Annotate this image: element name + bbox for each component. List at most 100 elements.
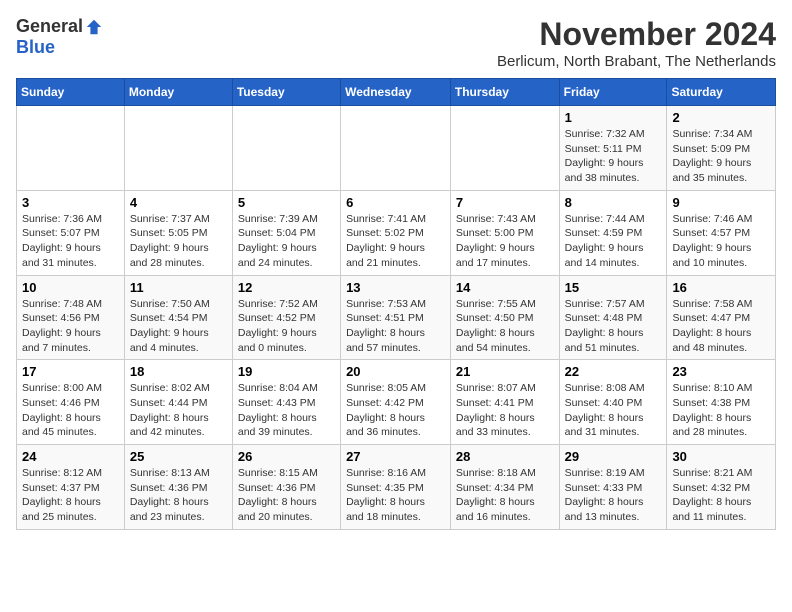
day-info: Sunrise: 8:16 AM Sunset: 4:35 PM Dayligh… bbox=[346, 466, 445, 525]
day-number: 12 bbox=[238, 280, 335, 295]
calendar-cell: 7 Sunrise: 7:43 AM Sunset: 5:00 PM Daylig… bbox=[450, 190, 559, 275]
day-info: Sunrise: 8:00 AM Sunset: 4:46 PM Dayligh… bbox=[22, 381, 119, 440]
day-number: 1 bbox=[565, 110, 662, 125]
calendar-cell: 5 Sunrise: 7:39 AM Sunset: 5:04 PM Daylig… bbox=[232, 190, 340, 275]
day-number: 20 bbox=[346, 364, 445, 379]
day-info: Sunrise: 7:36 AM Sunset: 5:07 PM Dayligh… bbox=[22, 212, 119, 271]
day-number: 11 bbox=[130, 280, 227, 295]
day-info: Sunrise: 8:10 AM Sunset: 4:38 PM Dayligh… bbox=[672, 381, 770, 440]
calendar-body: 1 Sunrise: 7:32 AM Sunset: 5:11 PM Daylig… bbox=[17, 106, 776, 530]
day-of-week-header: Wednesday bbox=[341, 79, 451, 106]
calendar-cell: 24 Sunrise: 8:12 AM Sunset: 4:37 PM Dayli… bbox=[17, 445, 125, 530]
day-info: Sunrise: 7:34 AM Sunset: 5:09 PM Dayligh… bbox=[672, 127, 770, 186]
day-info: Sunrise: 8:12 AM Sunset: 4:37 PM Dayligh… bbox=[22, 466, 119, 525]
day-number: 30 bbox=[672, 449, 770, 464]
calendar-cell: 8Sunrise: 7:44 AM Sunset: 4:59 PM Daylig… bbox=[559, 190, 667, 275]
calendar-cell: 10 Sunrise: 7:48 AM Sunset: 4:56 PM Dayli… bbox=[17, 275, 125, 360]
day-info: Sunrise: 7:32 AM Sunset: 5:11 PM Dayligh… bbox=[565, 127, 662, 186]
calendar-cell: 30 Sunrise: 8:21 AM Sunset: 4:32 PM Dayli… bbox=[667, 445, 776, 530]
calendar-cell bbox=[232, 106, 340, 191]
day-number: 15 bbox=[565, 280, 662, 295]
day-info: Sunrise: 8:02 AM Sunset: 4:44 PM Dayligh… bbox=[130, 381, 227, 440]
calendar-week-row: 3 Sunrise: 7:36 AM Sunset: 5:07 PM Daylig… bbox=[17, 190, 776, 275]
day-number: 17 bbox=[22, 364, 119, 379]
day-number: 10 bbox=[22, 280, 119, 295]
day-of-week-header: Monday bbox=[124, 79, 232, 106]
calendar-cell bbox=[124, 106, 232, 191]
day-number: 6 bbox=[346, 195, 445, 210]
calendar-cell: 27 Sunrise: 8:16 AM Sunset: 4:35 PM Dayli… bbox=[341, 445, 451, 530]
calendar-header-row: SundayMondayTuesdayWednesdayThursdayFrid… bbox=[17, 79, 776, 106]
calendar-cell: 18Sunrise: 8:02 AM Sunset: 4:44 PM Dayli… bbox=[124, 360, 232, 445]
calendar-cell bbox=[341, 106, 451, 191]
calendar-cell: 16Sunrise: 7:58 AM Sunset: 4:47 PM Dayli… bbox=[667, 275, 776, 360]
location-text: Berlicum, North Brabant, The Netherlands bbox=[497, 53, 776, 70]
calendar-cell: 11 Sunrise: 7:50 AM Sunset: 4:54 PM Dayli… bbox=[124, 275, 232, 360]
day-number: 3 bbox=[22, 195, 119, 210]
calendar-table: SundayMondayTuesdayWednesdayThursdayFrid… bbox=[16, 78, 776, 530]
calendar-cell: 22 Sunrise: 8:08 AM Sunset: 4:40 PM Dayli… bbox=[559, 360, 667, 445]
calendar-cell: 2 Sunrise: 7:34 AM Sunset: 5:09 PM Daylig… bbox=[667, 106, 776, 191]
day-of-week-header: Thursday bbox=[450, 79, 559, 106]
day-info: Sunrise: 7:43 AM Sunset: 5:00 PM Dayligh… bbox=[456, 212, 554, 271]
calendar-cell: 1 Sunrise: 7:32 AM Sunset: 5:11 PM Daylig… bbox=[559, 106, 667, 191]
day-info: Sunrise: 8:19 AM Sunset: 4:33 PM Dayligh… bbox=[565, 466, 662, 525]
day-info: Sunrise: 8:21 AM Sunset: 4:32 PM Dayligh… bbox=[672, 466, 770, 525]
day-number: 21 bbox=[456, 364, 554, 379]
day-info: Sunrise: 7:50 AM Sunset: 4:54 PM Dayligh… bbox=[130, 297, 227, 356]
day-info: Sunrise: 7:55 AM Sunset: 4:50 PM Dayligh… bbox=[456, 297, 554, 356]
calendar-cell: 14Sunrise: 7:55 AM Sunset: 4:50 PM Dayli… bbox=[450, 275, 559, 360]
calendar-cell: 3 Sunrise: 7:36 AM Sunset: 5:07 PM Daylig… bbox=[17, 190, 125, 275]
day-info: Sunrise: 7:48 AM Sunset: 4:56 PM Dayligh… bbox=[22, 297, 119, 356]
calendar-cell: 13 Sunrise: 7:53 AM Sunset: 4:51 PM Dayli… bbox=[341, 275, 451, 360]
calendar-cell: 17 Sunrise: 8:00 AM Sunset: 4:46 PM Dayli… bbox=[17, 360, 125, 445]
logo-blue-text: Blue bbox=[16, 37, 55, 58]
day-number: 27 bbox=[346, 449, 445, 464]
day-number: 13 bbox=[346, 280, 445, 295]
day-info: Sunrise: 8:08 AM Sunset: 4:40 PM Dayligh… bbox=[565, 381, 662, 440]
header: General Blue November 2024 Berlicum, Nor… bbox=[16, 16, 776, 70]
day-number: 22 bbox=[565, 364, 662, 379]
day-number: 29 bbox=[565, 449, 662, 464]
day-of-week-header: Saturday bbox=[667, 79, 776, 106]
day-info: Sunrise: 8:04 AM Sunset: 4:43 PM Dayligh… bbox=[238, 381, 335, 440]
calendar-cell: 20 Sunrise: 8:05 AM Sunset: 4:42 PM Dayli… bbox=[341, 360, 451, 445]
day-number: 4 bbox=[130, 195, 227, 210]
logo: General Blue bbox=[16, 16, 103, 58]
calendar-cell: 6 Sunrise: 7:41 AM Sunset: 5:02 PM Daylig… bbox=[341, 190, 451, 275]
day-number: 25 bbox=[130, 449, 227, 464]
logo-icon bbox=[85, 18, 103, 36]
title-area: November 2024 Berlicum, North Brabant, T… bbox=[497, 16, 776, 70]
day-number: 7 bbox=[456, 195, 554, 210]
calendar-week-row: 17 Sunrise: 8:00 AM Sunset: 4:46 PM Dayli… bbox=[17, 360, 776, 445]
calendar-cell: 21Sunrise: 8:07 AM Sunset: 4:41 PM Dayli… bbox=[450, 360, 559, 445]
calendar-cell bbox=[17, 106, 125, 191]
day-number: 28 bbox=[456, 449, 554, 464]
day-info: Sunrise: 7:58 AM Sunset: 4:47 PM Dayligh… bbox=[672, 297, 770, 356]
calendar-cell: 25 Sunrise: 8:13 AM Sunset: 4:36 PM Dayli… bbox=[124, 445, 232, 530]
day-info: Sunrise: 7:53 AM Sunset: 4:51 PM Dayligh… bbox=[346, 297, 445, 356]
calendar-cell: 15 Sunrise: 7:57 AM Sunset: 4:48 PM Dayli… bbox=[559, 275, 667, 360]
day-number: 23 bbox=[672, 364, 770, 379]
calendar-cell: 29 Sunrise: 8:19 AM Sunset: 4:33 PM Dayli… bbox=[559, 445, 667, 530]
day-info: Sunrise: 8:13 AM Sunset: 4:36 PM Dayligh… bbox=[130, 466, 227, 525]
calendar-cell: 4Sunrise: 7:37 AM Sunset: 5:05 PM Daylig… bbox=[124, 190, 232, 275]
day-info: Sunrise: 7:41 AM Sunset: 5:02 PM Dayligh… bbox=[346, 212, 445, 271]
day-number: 9 bbox=[672, 195, 770, 210]
day-of-week-header: Sunday bbox=[17, 79, 125, 106]
day-number: 26 bbox=[238, 449, 335, 464]
day-number: 8 bbox=[565, 195, 662, 210]
day-info: Sunrise: 7:57 AM Sunset: 4:48 PM Dayligh… bbox=[565, 297, 662, 356]
day-number: 2 bbox=[672, 110, 770, 125]
day-info: Sunrise: 7:52 AM Sunset: 4:52 PM Dayligh… bbox=[238, 297, 335, 356]
day-number: 5 bbox=[238, 195, 335, 210]
day-info: Sunrise: 7:39 AM Sunset: 5:04 PM Dayligh… bbox=[238, 212, 335, 271]
day-info: Sunrise: 8:18 AM Sunset: 4:34 PM Dayligh… bbox=[456, 466, 554, 525]
month-year-title: November 2024 bbox=[497, 16, 776, 53]
day-of-week-header: Friday bbox=[559, 79, 667, 106]
calendar-cell: 23 Sunrise: 8:10 AM Sunset: 4:38 PM Dayli… bbox=[667, 360, 776, 445]
day-number: 24 bbox=[22, 449, 119, 464]
calendar-cell: 9Sunrise: 7:46 AM Sunset: 4:57 PM Daylig… bbox=[667, 190, 776, 275]
day-info: Sunrise: 8:05 AM Sunset: 4:42 PM Dayligh… bbox=[346, 381, 445, 440]
calendar-week-row: 24 Sunrise: 8:12 AM Sunset: 4:37 PM Dayli… bbox=[17, 445, 776, 530]
